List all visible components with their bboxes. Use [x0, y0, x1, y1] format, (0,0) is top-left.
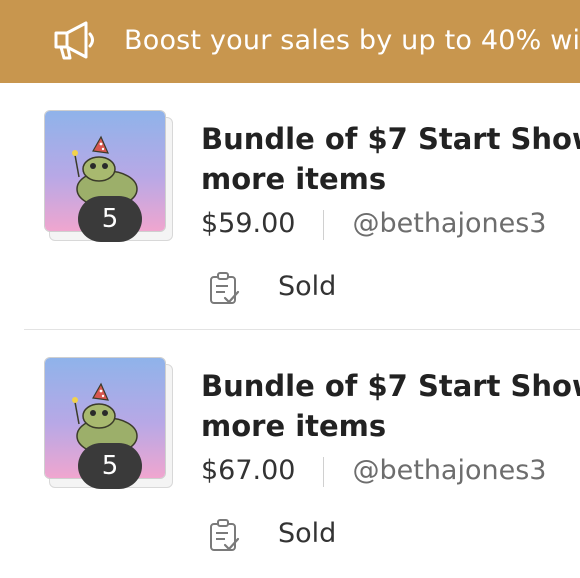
- listing-title[interactable]: Bundle of $7 Start Show I more items: [201, 119, 580, 199]
- megaphone-icon: [54, 21, 94, 60]
- listing-title-line2: more items: [201, 409, 387, 443]
- listing-title-line2: more items: [201, 162, 387, 196]
- listing-item[interactable]: 5 Bundle of $7 Start Show I more items $…: [0, 83, 580, 329]
- banner-text: Boost your sales by up to 40% wit: [124, 25, 580, 56]
- seller-username[interactable]: @bethajones3: [352, 208, 546, 239]
- promo-banner[interactable]: Boost your sales by up to 40% wit: [0, 0, 580, 83]
- listing-price: $67.00: [201, 455, 296, 486]
- seller-username[interactable]: @bethajones3: [352, 455, 546, 486]
- status-label: Sold: [278, 518, 337, 549]
- status-label: Sold: [278, 271, 337, 302]
- listing-price: $59.00: [201, 208, 296, 239]
- bundle-thumbnail[interactable]: 5: [44, 357, 174, 489]
- listing-title-line1: Bundle of $7 Start Show I: [201, 369, 580, 403]
- listing-title[interactable]: Bundle of $7 Start Show I more items: [201, 366, 580, 446]
- meta-separator: [323, 456, 325, 487]
- clipboard-check-icon: [210, 272, 240, 304]
- bundle-thumbnail[interactable]: 5: [44, 110, 174, 242]
- price-seller-row: $59.00 @bethajones3: [201, 206, 546, 242]
- listing-title-line1: Bundle of $7 Start Show I: [201, 122, 580, 156]
- item-count-badge: 5: [78, 443, 142, 489]
- item-count-badge: 5: [78, 196, 142, 242]
- clipboard-check-icon: [210, 519, 240, 551]
- listing-item[interactable]: 5 Bundle of $7 Start Show I more items $…: [0, 330, 580, 576]
- meta-separator: [323, 209, 325, 240]
- price-seller-row: $67.00 @bethajones3: [201, 453, 546, 489]
